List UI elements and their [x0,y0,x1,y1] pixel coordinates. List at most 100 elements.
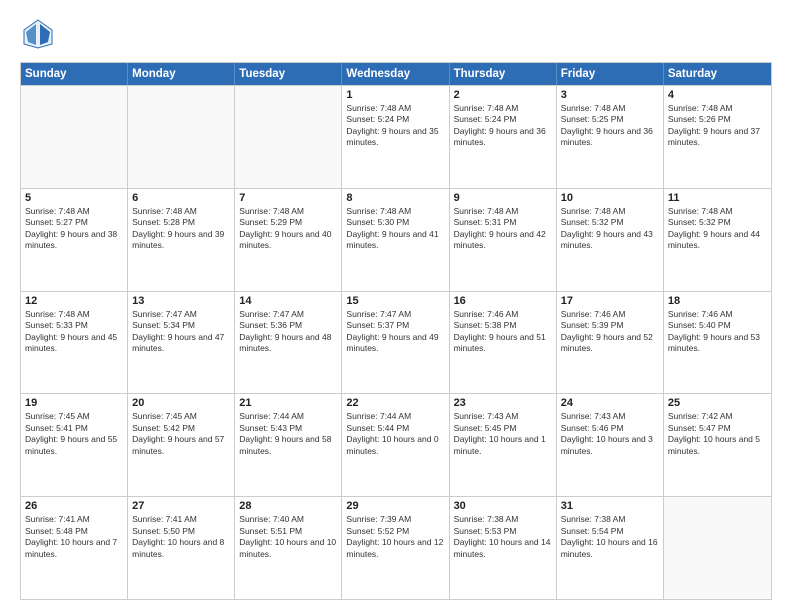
day-cell-14: 14 Sunrise: 7:47 AMSunset: 5:36 PMDayligh… [235,292,342,394]
header-day-friday: Friday [557,63,664,85]
day-info: Sunrise: 7:48 AMSunset: 5:25 PMDaylight:… [561,103,659,149]
day-number: 10 [561,192,659,204]
header [20,16,772,52]
day-cell-5: 5 Sunrise: 7:48 AMSunset: 5:27 PMDaylight… [21,189,128,291]
logo [20,16,62,52]
day-number: 1 [346,89,444,101]
day-info: Sunrise: 7:38 AMSunset: 5:54 PMDaylight:… [561,514,659,560]
day-number: 25 [668,397,767,409]
header-day-saturday: Saturday [664,63,771,85]
day-cell-1: 1 Sunrise: 7:48 AMSunset: 5:24 PMDaylight… [342,86,449,188]
day-info: Sunrise: 7:48 AMSunset: 5:32 PMDaylight:… [668,206,767,252]
day-number: 3 [561,89,659,101]
day-cell-9: 9 Sunrise: 7:48 AMSunset: 5:31 PMDaylight… [450,189,557,291]
day-cell-16: 16Sunrise: 7:46 AMSunset: 5:38 PMDayligh… [450,292,557,394]
day-info: Sunrise: 7:46 AMSunset: 5:40 PMDaylight:… [668,309,767,355]
day-info: Sunrise: 7:41 AMSunset: 5:50 PMDaylight:… [132,514,230,560]
day-cell-2: 2Sunrise: 7:48 AMSunset: 5:24 PMDaylight… [450,86,557,188]
day-number: 18 [668,295,767,307]
day-cell-27: 27 Sunrise: 7:41 AMSunset: 5:50 PMDayligh… [128,497,235,599]
day-number: 7 [239,192,337,204]
day-number: 14 [239,295,337,307]
empty-cell-0-1 [128,86,235,188]
day-cell-10: 10 Sunrise: 7:48 AMSunset: 5:32 PMDayligh… [557,189,664,291]
day-info: Sunrise: 7:43 AMSunset: 5:46 PMDaylight:… [561,411,659,457]
header-day-wednesday: Wednesday [342,63,449,85]
day-number: 4 [668,89,767,101]
day-info: Sunrise: 7:43 AMSunset: 5:45 PMDaylight:… [454,411,552,457]
day-cell-8: 8Sunrise: 7:48 AMSunset: 5:30 PMDaylight… [342,189,449,291]
day-info: Sunrise: 7:48 AMSunset: 5:31 PMDaylight:… [454,206,552,252]
day-cell-24: 24 Sunrise: 7:43 AMSunset: 5:46 PMDayligh… [557,394,664,496]
day-number: 28 [239,500,337,512]
day-number: 30 [454,500,552,512]
day-number: 22 [346,397,444,409]
week-4: 19Sunrise: 7:45 AMSunset: 5:41 PMDayligh… [21,393,771,496]
day-info: Sunrise: 7:47 AMSunset: 5:37 PMDaylight:… [346,309,444,355]
day-cell-13: 13 Sunrise: 7:47 AMSunset: 5:34 PMDayligh… [128,292,235,394]
day-info: Sunrise: 7:48 AMSunset: 5:33 PMDaylight:… [25,309,123,355]
day-number: 15 [346,295,444,307]
day-info: Sunrise: 7:45 AMSunset: 5:42 PMDaylight:… [132,411,230,457]
day-cell-30: 30 Sunrise: 7:38 AMSunset: 5:53 PMDayligh… [450,497,557,599]
day-number: 11 [668,192,767,204]
day-info: Sunrise: 7:48 AMSunset: 5:32 PMDaylight:… [561,206,659,252]
empty-cell-0-0 [21,86,128,188]
day-number: 16 [454,295,552,307]
day-info: Sunrise: 7:38 AMSunset: 5:53 PMDaylight:… [454,514,552,560]
day-number: 17 [561,295,659,307]
day-info: Sunrise: 7:48 AMSunset: 5:24 PMDaylight:… [346,103,444,149]
calendar: SundayMondayTuesdayWednesdayThursdayFrid… [20,62,772,600]
day-info: Sunrise: 7:47 AMSunset: 5:34 PMDaylight:… [132,309,230,355]
day-number: 27 [132,500,230,512]
day-cell-18: 18 Sunrise: 7:46 AMSunset: 5:40 PMDayligh… [664,292,771,394]
day-cell-6: 6Sunrise: 7:48 AMSunset: 5:28 PMDaylight… [128,189,235,291]
page: SundayMondayTuesdayWednesdayThursdayFrid… [0,0,792,612]
day-info: Sunrise: 7:48 AMSunset: 5:26 PMDaylight:… [668,103,767,149]
day-cell-31: 31 Sunrise: 7:38 AMSunset: 5:54 PMDayligh… [557,497,664,599]
day-number: 8 [346,192,444,204]
day-cell-28: 28 Sunrise: 7:40 AMSunset: 5:51 PMDayligh… [235,497,342,599]
calendar-body: 1 Sunrise: 7:48 AMSunset: 5:24 PMDaylight… [21,85,771,599]
day-cell-19: 19Sunrise: 7:45 AMSunset: 5:41 PMDayligh… [21,394,128,496]
day-number: 26 [25,500,123,512]
day-cell-23: 23Sunrise: 7:43 AMSunset: 5:45 PMDayligh… [450,394,557,496]
day-number: 19 [25,397,123,409]
day-info: Sunrise: 7:40 AMSunset: 5:51 PMDaylight:… [239,514,337,560]
day-cell-12: 12 Sunrise: 7:48 AMSunset: 5:33 PMDayligh… [21,292,128,394]
empty-cell-0-2 [235,86,342,188]
day-number: 5 [25,192,123,204]
day-number: 12 [25,295,123,307]
header-day-tuesday: Tuesday [235,63,342,85]
day-info: Sunrise: 7:39 AMSunset: 5:52 PMDaylight:… [346,514,444,560]
day-cell-20: 20Sunrise: 7:45 AMSunset: 5:42 PMDayligh… [128,394,235,496]
day-info: Sunrise: 7:48 AMSunset: 5:29 PMDaylight:… [239,206,337,252]
day-number: 2 [454,89,552,101]
day-number: 31 [561,500,659,512]
week-2: 5 Sunrise: 7:48 AMSunset: 5:27 PMDaylight… [21,188,771,291]
day-info: Sunrise: 7:48 AMSunset: 5:27 PMDaylight:… [25,206,123,252]
day-cell-3: 3 Sunrise: 7:48 AMSunset: 5:25 PMDaylight… [557,86,664,188]
day-number: 13 [132,295,230,307]
logo-icon [20,16,56,52]
empty-cell-4-6 [664,497,771,599]
day-cell-7: 7 Sunrise: 7:48 AMSunset: 5:29 PMDaylight… [235,189,342,291]
day-info: Sunrise: 7:47 AMSunset: 5:36 PMDaylight:… [239,309,337,355]
week-5: 26Sunrise: 7:41 AMSunset: 5:48 PMDayligh… [21,496,771,599]
day-info: Sunrise: 7:42 AMSunset: 5:47 PMDaylight:… [668,411,767,457]
day-number: 24 [561,397,659,409]
day-cell-22: 22 Sunrise: 7:44 AMSunset: 5:44 PMDayligh… [342,394,449,496]
day-cell-26: 26Sunrise: 7:41 AMSunset: 5:48 PMDayligh… [21,497,128,599]
day-cell-17: 17 Sunrise: 7:46 AMSunset: 5:39 PMDayligh… [557,292,664,394]
day-number: 9 [454,192,552,204]
day-number: 21 [239,397,337,409]
day-info: Sunrise: 7:46 AMSunset: 5:39 PMDaylight:… [561,309,659,355]
week-3: 12 Sunrise: 7:48 AMSunset: 5:33 PMDayligh… [21,291,771,394]
day-info: Sunrise: 7:44 AMSunset: 5:44 PMDaylight:… [346,411,444,457]
day-cell-21: 21 Sunrise: 7:44 AMSunset: 5:43 PMDayligh… [235,394,342,496]
day-info: Sunrise: 7:44 AMSunset: 5:43 PMDaylight:… [239,411,337,457]
day-cell-25: 25 Sunrise: 7:42 AMSunset: 5:47 PMDayligh… [664,394,771,496]
week-1: 1 Sunrise: 7:48 AMSunset: 5:24 PMDaylight… [21,85,771,188]
day-cell-29: 29Sunrise: 7:39 AMSunset: 5:52 PMDayligh… [342,497,449,599]
day-cell-15: 15 Sunrise: 7:47 AMSunset: 5:37 PMDayligh… [342,292,449,394]
